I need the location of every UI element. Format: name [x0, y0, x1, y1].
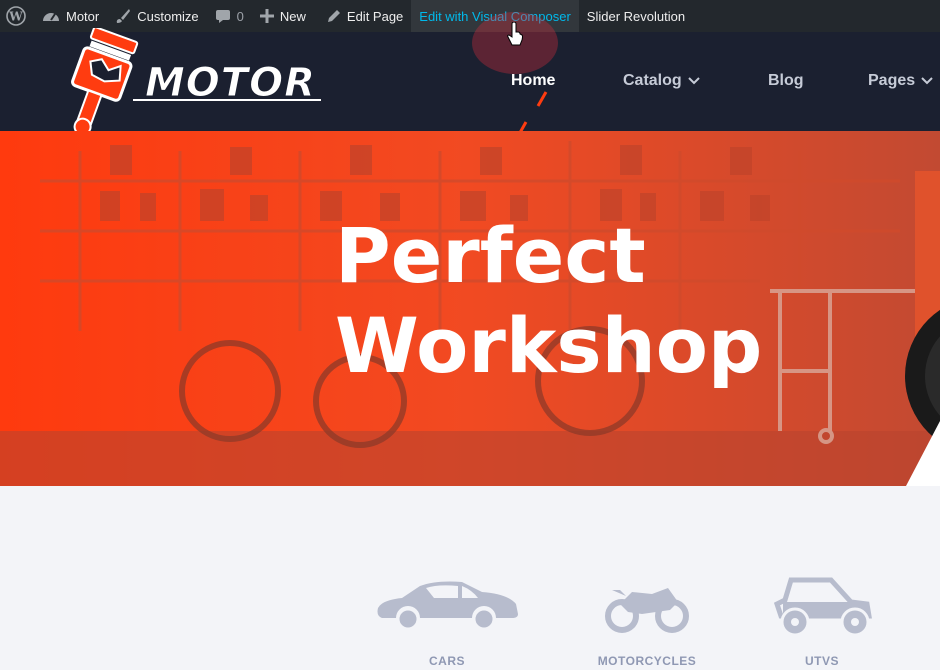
hand-cursor-icon [507, 22, 523, 46]
nav-pages[interactable]: Pages [868, 72, 933, 90]
comment-icon [215, 8, 231, 24]
nav-catalog[interactable]: Catalog [623, 72, 700, 90]
nav-home[interactable]: Home [511, 72, 555, 90]
hero-title: Perfect Workshop [335, 211, 855, 391]
wordpress-menu[interactable]: W [0, 0, 34, 32]
category-cars-label[interactable]: CARS [372, 654, 522, 668]
category-section: CARS MOTORCYCLES UTVS [0, 486, 940, 670]
motorcycle-icon [605, 588, 689, 633]
pencil-icon [326, 9, 341, 24]
comment-count: 0 [236, 8, 244, 24]
wordpress-icon: W [6, 6, 26, 26]
slider-revolution-menu[interactable]: Slider Revolution [579, 0, 693, 32]
category-utvs[interactable] [747, 576, 897, 643]
category-motorcycles[interactable] [572, 584, 722, 639]
new-label: New [279, 8, 306, 24]
category-motorcycles-label[interactable]: MOTORCYCLES [572, 654, 722, 668]
slider-revolution-label: Slider Revolution [586, 8, 686, 24]
category-utvs-label[interactable]: UTVS [747, 654, 897, 668]
dashboard-icon [42, 8, 60, 24]
customize-label: Customize [137, 8, 199, 24]
plus-icon [259, 9, 274, 23]
hero-title-line-2: Workshop [335, 301, 763, 390]
utv-icon [773, 577, 872, 637]
hero-slider[interactable]: Perfect Workshop [0, 131, 940, 486]
car-icon [377, 581, 518, 631]
chevron-down-icon [921, 72, 933, 90]
hero-title-line-1: Perfect [335, 211, 646, 300]
nav-home-label: Home [511, 72, 556, 89]
site-name-label: Motor [66, 8, 100, 24]
chevron-down-icon [687, 72, 700, 90]
edit-page-label: Edit Page [346, 8, 404, 24]
nav-catalog-label: Catalog [623, 72, 682, 89]
brush-icon [115, 8, 131, 24]
category-cars[interactable] [372, 578, 522, 643]
nav-pages-label: Pages [868, 72, 916, 89]
nav-blog[interactable]: Blog [768, 72, 804, 90]
main-nav: Home Catalog Blog Pages [0, 32, 940, 139]
nav-blog-label: Blog [768, 72, 804, 89]
svg-text:W: W [8, 10, 23, 24]
